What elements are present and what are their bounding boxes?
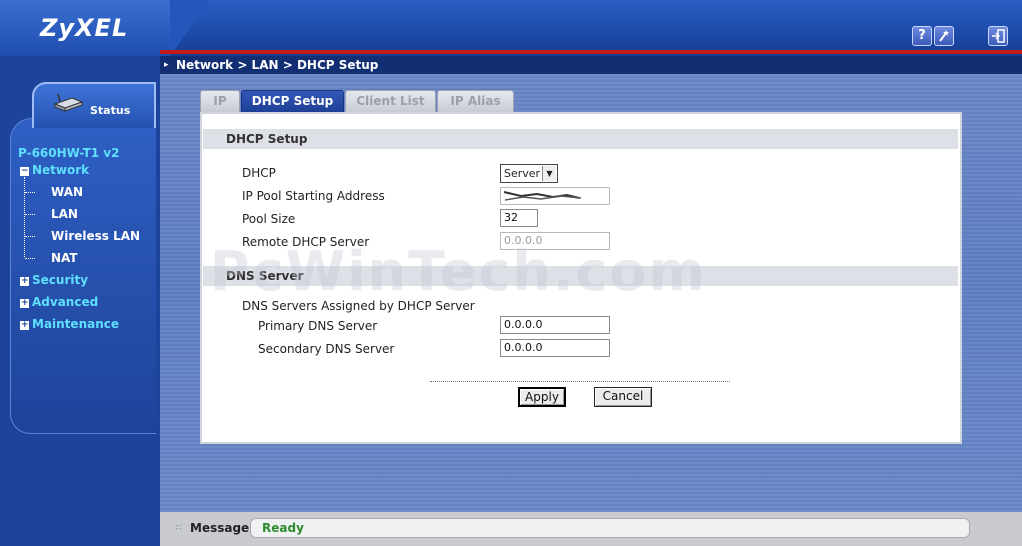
device-model: P-660HW-T1 v2	[18, 146, 120, 160]
dhcp-mode-select[interactable]: Server ▼	[500, 164, 558, 183]
section-bar-dns-server	[203, 266, 958, 286]
sidebar-item-label: Advanced	[32, 295, 99, 309]
secondary-dns-input[interactable]: 0.0.0.0	[500, 339, 610, 357]
breadcrumb-arrow-icon: ▸	[164, 60, 169, 70]
cancel-button[interactable]: Cancel	[594, 387, 652, 407]
router-icon	[53, 93, 84, 112]
ip-pool-start-label: IP Pool Starting Address	[242, 189, 385, 203]
sidebar-item-label: Security	[32, 273, 89, 287]
tree-connector	[25, 236, 35, 237]
secondary-dns-label: Secondary DNS Server	[258, 342, 395, 356]
tab-ip[interactable]: IP	[200, 90, 240, 112]
tree-connector	[25, 192, 35, 193]
status-label[interactable]: Status	[90, 104, 130, 117]
dhcp-label: DHCP	[242, 166, 276, 180]
message-field	[250, 518, 970, 538]
section-bar-dhcp-setup	[203, 129, 958, 149]
section-title-dns-server: DNS Server	[226, 269, 304, 283]
message-value: Ready	[262, 521, 304, 535]
sidebar-item-label: Network	[32, 163, 90, 177]
remote-dhcp-server-label: Remote DHCP Server	[242, 235, 370, 249]
tab-ip-alias[interactable]: IP Alias	[437, 90, 514, 112]
expand-icon[interactable]: +	[20, 277, 29, 286]
breadcrumb: Network > LAN > DHCP Setup	[176, 58, 379, 72]
redacted-scribble	[503, 191, 582, 201]
logout-icon[interactable]	[988, 26, 1008, 46]
section-title-dhcp-setup: DHCP Setup	[226, 132, 308, 146]
remote-dhcp-server-input[interactable]: 0.0.0.0	[500, 232, 610, 250]
primary-dns-input[interactable]: 0.0.0.0	[500, 316, 610, 334]
tree-connector	[24, 177, 25, 257]
tab-dhcp-setup[interactable]: DHCP Setup	[241, 90, 344, 112]
ip-pool-start-input[interactable]	[500, 187, 610, 205]
zyxel-logo: ZyXEL	[40, 14, 129, 42]
sidebar-item-network[interactable]: − Network	[20, 163, 89, 177]
collapse-icon[interactable]: −	[20, 167, 29, 176]
sidebar-item-maintenance[interactable]: + Maintenance	[20, 317, 119, 331]
dns-assigned-label: DNS Servers Assigned by DHCP Server	[242, 299, 475, 313]
sidebar-item-security[interactable]: + Security	[20, 273, 88, 287]
sidebar-item-nat[interactable]: NAT	[51, 251, 78, 265]
pool-size-label: Pool Size	[242, 212, 296, 226]
dhcp-mode-value: Server	[504, 167, 541, 180]
message-dots-icon: ∷	[176, 523, 182, 532]
sidebar-item-lan[interactable]: LAN	[51, 207, 78, 221]
pool-size-input[interactable]: 32	[500, 209, 538, 227]
apply-button[interactable]: Apply	[518, 387, 566, 407]
primary-dns-label: Primary DNS Server	[258, 319, 378, 333]
help-icon[interactable]: ?	[912, 26, 932, 46]
message-label: Message	[190, 521, 250, 535]
wizard-icon[interactable]	[934, 26, 954, 46]
sidebar-item-advanced[interactable]: + Advanced	[20, 295, 98, 309]
chevron-down-icon[interactable]: ▼	[542, 166, 556, 181]
header-red-rule	[160, 50, 1022, 54]
expand-icon[interactable]: +	[20, 299, 29, 308]
expand-icon[interactable]: +	[20, 321, 29, 330]
divider	[430, 381, 730, 382]
header-bar: ZyXEL	[0, 0, 1022, 56]
sidebar-item-wireless-lan[interactable]: Wireless LAN	[51, 229, 140, 243]
tree-connector	[25, 258, 35, 259]
tab-client-list[interactable]: Client List	[345, 90, 436, 112]
sidebar-item-wan[interactable]: WAN	[51, 185, 83, 199]
sidebar-item-label: Maintenance	[32, 317, 120, 331]
tree-connector	[25, 214, 35, 215]
